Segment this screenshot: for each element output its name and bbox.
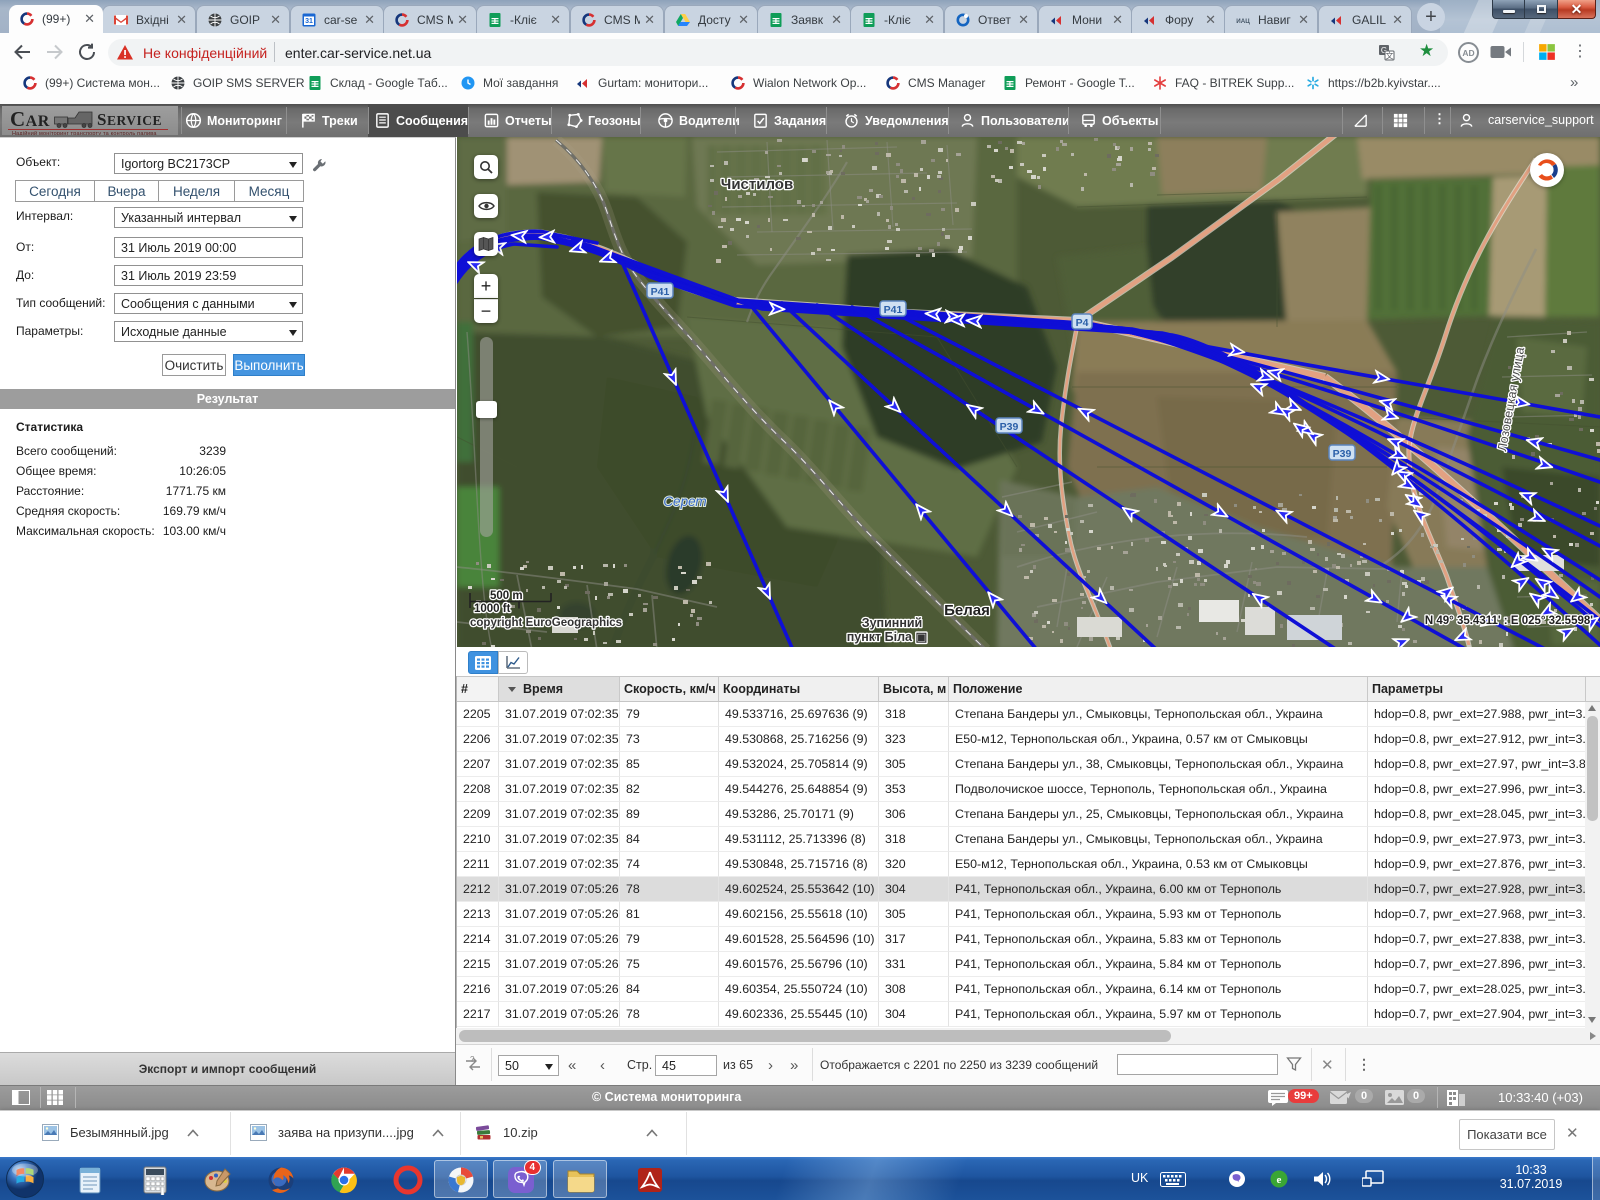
svg-text:P39: P39 bbox=[1000, 421, 1019, 433]
svg-text:N 49° 35.4311' : E 025° 32.559: N 49° 35.4311' : E 025° 32.5598' bbox=[1425, 615, 1593, 627]
svg-text:文: 文 bbox=[1386, 51, 1394, 61]
svg-text:пункт Біла ▣: пункт Біла ▣ bbox=[847, 630, 928, 644]
svg-text:P41: P41 bbox=[651, 286, 670, 298]
svg-text:e: e bbox=[1277, 1174, 1282, 1186]
svg-text:P4: P4 bbox=[1076, 317, 1089, 329]
svg-text:Зупинний: Зупинний bbox=[862, 616, 923, 630]
svg-text:?: ? bbox=[470, 1055, 475, 1064]
svg-text:P39: P39 bbox=[1333, 448, 1352, 460]
svg-text:Чистилов: Чистилов bbox=[721, 176, 793, 193]
svg-text:Белая: Белая bbox=[944, 602, 990, 619]
svg-text:copyright EuroGeographics: copyright EuroGeographics bbox=[470, 617, 622, 629]
svg-text:Серет: Серет bbox=[663, 494, 706, 509]
svg-text:P41: P41 bbox=[884, 304, 903, 316]
svg-text:1000 ft: 1000 ft bbox=[474, 603, 511, 615]
svg-text:500 m: 500 m bbox=[490, 590, 523, 602]
